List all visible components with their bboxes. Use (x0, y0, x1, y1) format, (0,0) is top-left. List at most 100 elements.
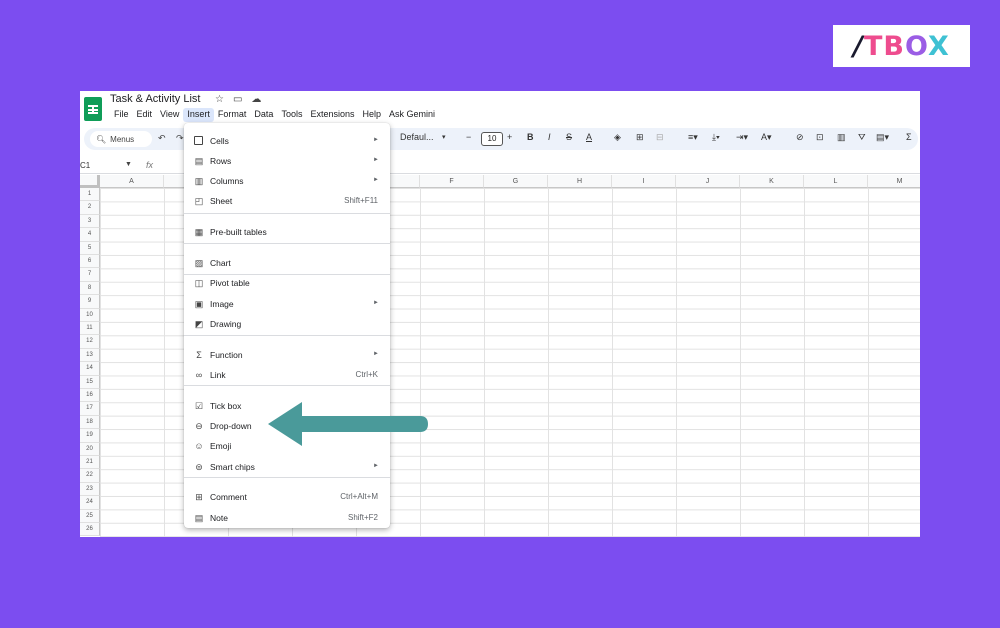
column-header-i[interactable]: I (612, 175, 676, 188)
menu-extensions[interactable]: Extensions (306, 108, 358, 122)
column-header-a[interactable]: A (100, 175, 164, 188)
menu-item-label: Emoji (210, 441, 232, 451)
logo-slash: / (853, 30, 865, 62)
menu-insert[interactable]: Insert (183, 108, 214, 122)
row-header-7[interactable]: 7 (80, 268, 100, 282)
sheets-logo-icon[interactable] (84, 97, 102, 121)
row-header-3[interactable]: 3 (80, 214, 100, 229)
row-header-22[interactable]: 22 (80, 469, 100, 483)
search-icon: 🔍︎ (96, 134, 107, 144)
star-icon[interactable]: ☆ (215, 94, 224, 105)
insert-menu-item-sheet[interactable]: ◰ Sheet Shift+F11 (184, 192, 390, 210)
column-header-k[interactable]: K (740, 175, 804, 188)
document-title[interactable]: Task & Activity List (110, 93, 200, 105)
name-box-dropdown-icon[interactable]: ▼ (125, 161, 132, 168)
column-header-g[interactable]: G (484, 175, 548, 188)
insert-menu-item-note[interactable]: ▤ Note Shift+F2 (184, 509, 390, 527)
column-header-m[interactable]: M (868, 175, 920, 188)
insert-menu-item-rows[interactable]: ▤ Rows ► (184, 152, 390, 170)
row-header-11[interactable]: 11 (80, 322, 100, 336)
menus-search[interactable]: 🔍︎ Menus (90, 131, 152, 147)
column-header-l[interactable]: L (804, 175, 868, 188)
row-header-19[interactable]: 19 (80, 429, 100, 443)
increase-font-icon[interactable]: + (507, 132, 512, 142)
insert-menu-item-function[interactable]: Σ Function ► (184, 346, 390, 364)
wrap-icon[interactable]: ⇥▾ (736, 132, 748, 143)
sheet-icon: ◰ (194, 196, 204, 206)
submenu-arrow-icon: ► (373, 351, 379, 357)
select-all-corner[interactable] (80, 175, 100, 188)
insert-menu-item-drawing[interactable]: ◩ Drawing (184, 315, 390, 333)
row-header-2[interactable]: 2 (80, 201, 100, 215)
chart-icon[interactable]: ▥ (837, 132, 846, 143)
row-header-4[interactable]: 4 (80, 228, 100, 242)
insert-menu-item-smart-chips[interactable]: ⊜ Smart chips ► (184, 458, 390, 476)
valign-icon[interactable]: ⤓▾ (712, 132, 720, 143)
menu-ask-gemini[interactable]: Ask Gemini (385, 108, 439, 122)
font-size-input[interactable]: 10 (481, 132, 503, 146)
menu-data[interactable]: Data (250, 108, 277, 122)
row-header-13[interactable]: 13 (80, 348, 100, 363)
font-name-select[interactable]: Defaul... (400, 132, 434, 142)
row-header-16[interactable]: 16 (80, 389, 100, 403)
row-header-20[interactable]: 20 (80, 442, 100, 456)
functions-icon[interactable]: Σ (906, 132, 912, 142)
row-header-26[interactable]: 26 (80, 523, 100, 537)
redo-icon[interactable]: ↷ (176, 133, 184, 144)
menu-view[interactable]: View (156, 108, 183, 122)
row-header-12[interactable]: 12 (80, 335, 100, 349)
row-header-10[interactable]: 10 (80, 308, 100, 322)
link-icon[interactable]: ⊘ (796, 132, 804, 143)
italic-icon[interactable]: I (548, 132, 551, 142)
row-header-17[interactable]: 17 (80, 402, 100, 416)
comment-icon[interactable]: ⊡ (816, 132, 824, 143)
menu-edit[interactable]: Edit (133, 108, 157, 122)
menu-format[interactable]: Format (214, 108, 251, 122)
insert-menu-item-pre-built-tables[interactable]: ▦ Pre-built tables (184, 223, 390, 241)
font-dropdown-icon[interactable]: ▾ (442, 133, 446, 141)
filter-views-icon[interactable]: ▤▾ (876, 132, 889, 143)
row-header-9[interactable]: 9 (80, 295, 100, 309)
row-header-18[interactable]: 18 (80, 415, 100, 430)
menu-tools[interactable]: Tools (277, 108, 306, 122)
decrease-font-icon[interactable]: − (466, 132, 471, 142)
insert-menu-item-pivot-table[interactable]: ◫ Pivot table (184, 274, 390, 292)
row-header-23[interactable]: 23 (80, 482, 100, 497)
row-header-21[interactable]: 21 (80, 456, 100, 470)
bold-icon[interactable]: B (527, 132, 534, 142)
row-header-6[interactable]: 6 (80, 255, 100, 269)
insert-menu-item-image[interactable]: ▣ Image ► (184, 295, 390, 313)
row-header-24[interactable]: 24 (80, 496, 100, 510)
menu-file[interactable]: File (110, 108, 133, 122)
fill-color-icon[interactable]: ◈ (614, 132, 621, 143)
row-header-5[interactable]: 5 (80, 241, 100, 255)
rotate-icon[interactable]: A▾ (761, 132, 772, 143)
strikethrough-icon[interactable]: S (566, 132, 572, 142)
menu-help[interactable]: Help (358, 108, 385, 122)
insert-menu-item-columns[interactable]: ▥ Columns ► (184, 172, 390, 190)
column-header-f[interactable]: F (420, 175, 484, 188)
merge-cells-icon[interactable]: ⊟ (656, 132, 664, 143)
undo-icon[interactable]: ↶ (158, 133, 166, 144)
align-icon[interactable]: ≡▾ (688, 132, 698, 143)
insert-menu-item-cells[interactable]: Cells ► (184, 132, 390, 150)
itbox-logo: /TBOX (833, 25, 970, 67)
move-folder-icon[interactable]: ▭ (233, 94, 242, 105)
insert-menu-item-link[interactable]: ∞ Link Ctrl+K (184, 366, 390, 384)
filter-icon[interactable]: ⛛ (858, 132, 866, 143)
row-header-14[interactable]: 14 (80, 362, 100, 376)
row-header-1[interactable]: 1 (80, 188, 100, 202)
column-header-h[interactable]: H (548, 175, 612, 188)
logo-o: O (905, 30, 929, 62)
insert-menu-item-comment[interactable]: ⊞ Comment Ctrl+Alt+M (184, 488, 390, 506)
column-header-j[interactable]: J (676, 175, 740, 188)
row-header-15[interactable]: 15 (80, 375, 100, 389)
name-box[interactable]: C1 (80, 161, 90, 170)
cloud-icon[interactable]: ☁ (251, 94, 261, 105)
row-header-25[interactable]: 25 (80, 509, 100, 523)
menu-item-label: Pivot table (210, 278, 250, 288)
row-header-8[interactable]: 8 (80, 281, 100, 296)
insert-menu-item-chart[interactable]: ▨ Chart (184, 254, 390, 272)
text-color-icon[interactable]: A (586, 132, 592, 142)
borders-icon[interactable]: ⊞ (636, 132, 644, 143)
